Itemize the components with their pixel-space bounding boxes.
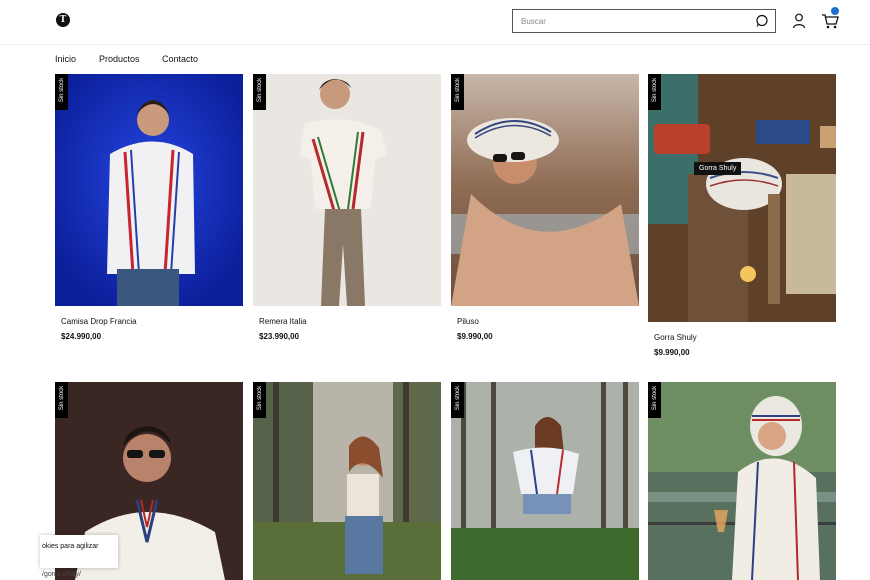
product-image[interactable] bbox=[451, 382, 639, 580]
product-image[interactable] bbox=[253, 382, 441, 580]
product-name[interactable]: Gorra Shuly bbox=[654, 333, 697, 342]
sin-stock-badge: Sin stock bbox=[451, 74, 464, 110]
product-name[interactable]: Piluso bbox=[457, 317, 479, 326]
sin-stock-badge: Sin stock bbox=[253, 382, 266, 418]
search-box[interactable] bbox=[512, 9, 776, 33]
product-price: $9.990,00 bbox=[654, 348, 690, 357]
sin-stock-badge: Sin stock bbox=[55, 74, 68, 110]
product-name[interactable]: Remera Italia bbox=[259, 317, 307, 326]
sin-stock-badge: Sin stock bbox=[648, 382, 661, 418]
product-image[interactable] bbox=[648, 382, 836, 580]
product-price: $9.990,00 bbox=[457, 332, 493, 341]
search-icon[interactable] bbox=[755, 14, 769, 28]
cart-button[interactable] bbox=[820, 7, 842, 31]
product-image[interactable]: Gorra Shuly bbox=[648, 74, 836, 322]
logo-letter: T bbox=[59, 14, 67, 25]
product-photo bbox=[451, 382, 639, 580]
header: T bbox=[0, 0, 870, 44]
cookie-text: okies para agilizar bbox=[42, 543, 99, 550]
product-photo bbox=[253, 74, 441, 306]
cookie-banner[interactable]: okies para agilizar bbox=[40, 535, 118, 568]
product-price: $23.990,00 bbox=[259, 332, 300, 341]
product-photo bbox=[253, 382, 441, 580]
store-logo[interactable]: T bbox=[56, 13, 70, 27]
nav-item-inicio[interactable]: Inicio bbox=[55, 54, 76, 64]
product-name[interactable]: Camisa Drop Francia bbox=[61, 317, 137, 326]
product-image[interactable] bbox=[55, 74, 243, 306]
product-image[interactable] bbox=[253, 74, 441, 306]
nav-item-contacto[interactable]: Contacto bbox=[162, 54, 198, 64]
cart-badge bbox=[831, 7, 839, 15]
product-image[interactable] bbox=[451, 74, 639, 306]
product-tooltip: Gorra Shuly bbox=[694, 162, 742, 175]
product-photo bbox=[55, 74, 243, 306]
product-price: $24.990,00 bbox=[61, 332, 102, 341]
product-photo bbox=[648, 382, 836, 580]
nav-item-productos[interactable]: Productos bbox=[99, 54, 140, 64]
sin-stock-badge: Sin stock bbox=[451, 382, 464, 418]
main-nav: Inicio Productos Contacto bbox=[0, 44, 870, 75]
sin-stock-badge: Sin stock bbox=[253, 74, 266, 110]
search-input[interactable] bbox=[521, 14, 741, 28]
sin-stock-badge: Sin stock bbox=[55, 382, 68, 418]
product-photo bbox=[648, 74, 836, 322]
user-icon[interactable] bbox=[792, 13, 806, 29]
sin-stock-badge: Sin stock bbox=[648, 74, 661, 110]
status-url: /gorra-shuly/ bbox=[42, 571, 81, 578]
product-photo bbox=[451, 74, 639, 306]
